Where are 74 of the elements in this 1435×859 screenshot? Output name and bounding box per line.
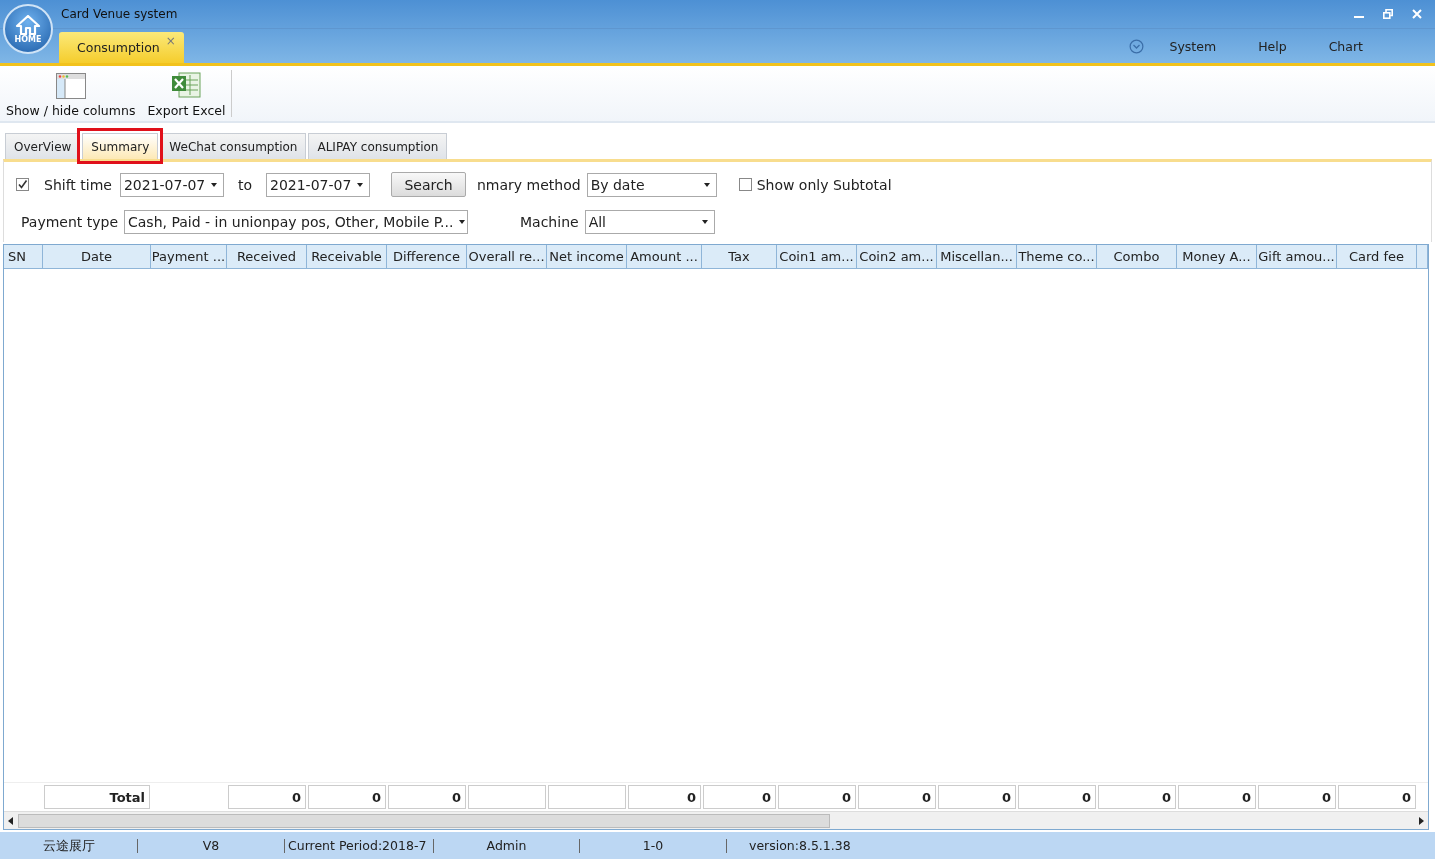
status-item: Admin — [434, 838, 580, 853]
total-cell: 0 — [228, 785, 306, 809]
status-item: 1-0 — [580, 838, 727, 853]
status-item: 云途展厅 — [0, 838, 138, 853]
column-header[interactable]: Received — [227, 245, 307, 269]
status-item: version:8.5.1.38 — [748, 838, 851, 853]
field-label: Payment type — [21, 213, 118, 230]
close-tab-icon[interactable]: × — [165, 34, 176, 48]
status-item: V8 — [201, 838, 221, 853]
column-header[interactable]: Receivable — [307, 245, 387, 269]
window-columns-icon — [55, 73, 86, 99]
column-header[interactable]: Gift amou... — [1257, 245, 1337, 269]
field-label: nmary method — [476, 176, 581, 193]
date-dropdown[interactable]: 2021-07-07 — [265, 172, 370, 197]
column-header[interactable]: Overall re... — [467, 245, 547, 269]
document-tab[interactable]: Consumption × — [59, 32, 184, 63]
total-cell: 0 — [703, 785, 776, 809]
scroll-right-icon[interactable] — [1418, 816, 1424, 825]
spreadsheet-icon — [171, 71, 202, 99]
header-filler — [1417, 245, 1428, 269]
total-cell: 0 — [1258, 785, 1336, 809]
column-header[interactable]: Miscellan... — [937, 245, 1017, 269]
total-cell: 0 — [938, 785, 1016, 809]
column-header[interactable]: Difference — [387, 245, 467, 269]
search-button[interactable]: Search — [390, 172, 466, 197]
window-title: Card Venue system — [61, 7, 178, 21]
scroll-left-icon[interactable] — [8, 816, 14, 825]
menu-item[interactable]: System — [1169, 38, 1217, 54]
machine-dropdown[interactable]: All — [584, 209, 715, 234]
toolbar-button[interactable]: Export Excel — [141, 66, 232, 121]
house-icon — [15, 14, 41, 35]
total-cell: 0 — [628, 785, 701, 809]
toolbar-button[interactable]: Show / hide columns — [0, 66, 142, 121]
chevron-down-icon[interactable] — [1128, 38, 1144, 54]
tab[interactable]: WeChat consumption — [160, 133, 307, 159]
method-dropdown[interactable]: By date — [586, 172, 717, 197]
column-header[interactable]: Coin1 am... — [777, 245, 857, 269]
home-logo[interactable]: HOME — [3, 4, 53, 54]
checkbox[interactable] — [16, 178, 29, 191]
checkbox[interactable] — [738, 178, 752, 191]
horizontal-scrollbar[interactable] — [4, 811, 1428, 829]
total-cell: 0 — [1178, 785, 1256, 809]
menu-item[interactable]: Help — [1258, 38, 1287, 54]
total-cell: 0 — [1098, 785, 1176, 809]
total-cell: 0 — [778, 785, 856, 809]
close-icon[interactable] — [1412, 9, 1422, 19]
column-header[interactable]: SN — [4, 245, 43, 269]
column-header[interactable]: Date — [43, 245, 151, 269]
status-item: Current Period:2018-7 — [284, 838, 434, 853]
column-header[interactable]: Net income — [547, 245, 627, 269]
total-cell: 0 — [308, 785, 386, 809]
column-header[interactable]: Amount ... — [627, 245, 702, 269]
column-header[interactable]: Combo — [1097, 245, 1177, 269]
logo-text: HOME — [14, 34, 42, 44]
column-header[interactable]: Tax — [702, 245, 777, 269]
menu-item[interactable]: Chart — [1328, 38, 1363, 54]
column-header[interactable]: Coin2 am... — [857, 245, 937, 269]
column-header[interactable]: Theme co... — [1017, 245, 1097, 269]
column-header[interactable]: Money A... — [1177, 245, 1257, 269]
total-cell: 0 — [388, 785, 466, 809]
payment-dropdown[interactable]: Cash, Paid - in unionpay pos, Other, Mobile P... — [124, 209, 468, 234]
field-label: to — [237, 176, 252, 193]
total-label: Total — [44, 785, 150, 809]
total-cell: 0 — [1018, 785, 1096, 809]
column-header[interactable]: Card fee — [1337, 245, 1417, 269]
total-cell: 0 — [1338, 785, 1416, 809]
restore-icon[interactable] — [1383, 9, 1393, 19]
field-label: Machine — [520, 213, 579, 230]
column-header[interactable]: Payment ... — [151, 245, 227, 269]
tab[interactable]: ALIPAY consumption — [308, 133, 448, 159]
date-dropdown[interactable]: 2021-07-07 — [119, 172, 224, 197]
field-label: Shift time — [44, 176, 112, 193]
checkbox-label: Show only Subtotal — [756, 176, 892, 193]
total-cell: 0 — [858, 785, 936, 809]
